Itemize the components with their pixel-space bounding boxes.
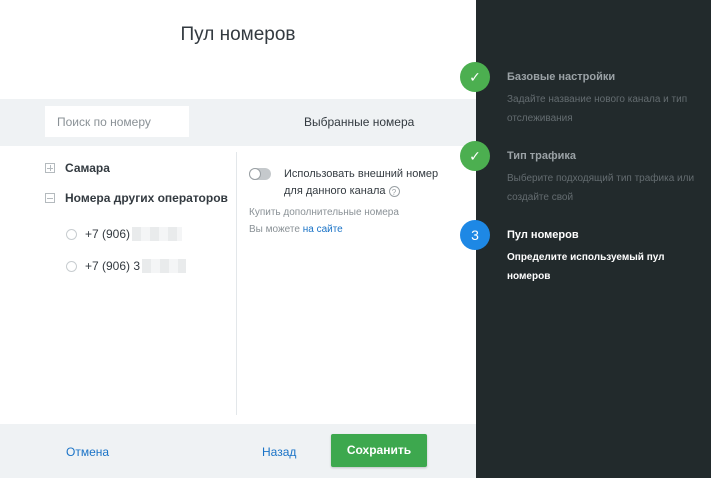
footer-bar: Отмена Назад Сохранить — [0, 424, 476, 478]
step-done-check-icon: ✓ — [460, 62, 490, 92]
step-description: Задайте название нового канала и тип отс… — [507, 94, 688, 124]
step-title: Пул номеров — [507, 229, 579, 241]
redacted-digits — [142, 259, 187, 273]
step-number-badge: 3 — [460, 220, 490, 250]
cancel-button[interactable]: Отмена — [66, 445, 109, 459]
wizard-steps-sidebar: ✓ Базовые настройки Задайте название нов… — [460, 0, 711, 478]
buy-numbers-text: Купить дополнительные номера — [249, 207, 399, 218]
step-title: Базовые настройки — [507, 71, 616, 83]
tree-group-other-operators[interactable]: Номера других операторов — [45, 191, 228, 205]
step-description: Выберите подходящий тип трафика или созд… — [507, 173, 695, 203]
list-item[interactable]: +7 (906) 3 — [66, 259, 187, 273]
list-item[interactable]: +7 (906) — [66, 227, 183, 241]
number-label: +7 (906) 3 — [85, 259, 141, 273]
redacted-digits — [132, 227, 183, 241]
save-button[interactable]: Сохранить — [331, 434, 427, 467]
tree-group-label: Номера других операторов — [65, 191, 228, 205]
back-button[interactable]: Назад — [262, 445, 296, 459]
search-input[interactable] — [45, 106, 189, 137]
page-title: Пул номеров — [180, 24, 296, 45]
external-number-toggle[interactable] — [249, 168, 271, 180]
tree-group-samara[interactable]: Самара — [45, 161, 110, 175]
filter-bar: Выбранные номера — [0, 99, 476, 146]
pool-panel: Пул номеров Выбранные номера Самара Номе… — [0, 0, 476, 478]
number-radio[interactable] — [66, 260, 77, 272]
step-title: Тип трафика — [507, 150, 576, 162]
buy-numbers-hint: Вы можете на сайте — [249, 224, 343, 235]
tree-group-label: Самара — [65, 161, 110, 175]
column-divider — [236, 152, 237, 415]
selected-numbers-label: Выбранные номера — [304, 115, 415, 129]
number-label: +7 (906) — [85, 227, 131, 241]
collapse-icon[interactable] — [45, 193, 55, 203]
step-description: Определите используемый пул номеров — [507, 252, 665, 282]
expand-icon[interactable] — [45, 163, 55, 173]
step-done-check-icon: ✓ — [460, 141, 490, 171]
site-link[interactable]: на сайте — [303, 224, 343, 235]
number-radio[interactable] — [66, 228, 77, 240]
external-number-label: Использовать внешний номер для данного к… — [284, 168, 439, 197]
help-icon[interactable]: ? — [388, 185, 400, 197]
